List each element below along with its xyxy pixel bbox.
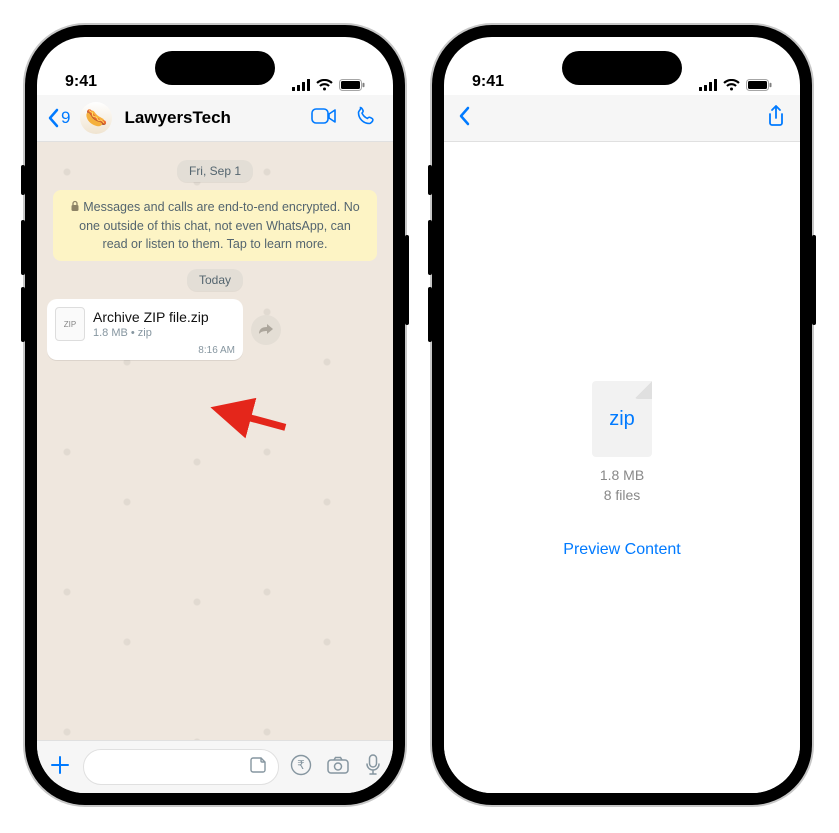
cellular-icon (292, 79, 310, 91)
forward-button[interactable] (251, 315, 281, 345)
wifi-icon (316, 79, 333, 91)
chat-body[interactable]: Fri, Sep 1 Messages and calls are end-to… (37, 142, 393, 746)
silence-switch (428, 165, 432, 195)
date-pill: Fri, Sep 1 (177, 160, 253, 182)
lock-icon (70, 199, 80, 217)
mic-button[interactable] (361, 753, 385, 782)
file-name: Archive ZIP file.zip (93, 309, 235, 325)
document-icon: zip (592, 381, 652, 457)
back-button[interactable]: 9 (47, 108, 70, 128)
power-button (405, 235, 409, 325)
sticker-icon (248, 755, 268, 775)
dynamic-island (562, 51, 682, 85)
file-size: 1.8 MB (600, 467, 644, 483)
unread-count: 9 (61, 108, 70, 128)
chat-input-bar: ₹ (37, 740, 393, 793)
volume-down-button (21, 287, 25, 342)
power-button (812, 235, 816, 325)
preview-body: zip 1.8 MB 8 files Preview Content (444, 142, 800, 793)
video-call-button[interactable] (305, 107, 343, 130)
chat-header: 9 🌭 LawyersTech (37, 95, 393, 142)
preview-content-button[interactable]: Preview Content (563, 541, 680, 559)
camera-icon (326, 755, 350, 775)
file-message-bubble[interactable]: ZIP Archive ZIP file.zip 1.8 MB • zip 8:… (47, 299, 243, 360)
payment-button[interactable]: ₹ (287, 754, 315, 781)
file-meta: 1.8 MB • zip (93, 327, 235, 339)
zip-label: zip (609, 408, 635, 431)
file-count: 8 files (604, 487, 641, 503)
camera-button[interactable] (323, 755, 353, 780)
zip-file-icon: ZIP (55, 307, 85, 341)
volume-up-button (21, 220, 25, 275)
chevron-left-icon (47, 108, 59, 128)
battery-icon (746, 79, 772, 91)
forward-icon (258, 323, 274, 337)
voice-call-button[interactable] (349, 105, 383, 132)
cellular-icon (699, 79, 717, 91)
preview-header (444, 95, 800, 142)
plus-icon (49, 754, 71, 776)
volume-up-button (428, 220, 432, 275)
date-pill-today: Today (187, 269, 243, 291)
share-icon (766, 104, 786, 128)
attach-button[interactable] (45, 752, 75, 783)
video-icon (311, 107, 337, 125)
encryption-notice[interactable]: Messages and calls are end-to-end encryp… (53, 190, 377, 261)
message-time: 8:16 AM (55, 345, 235, 356)
encryption-text: Messages and calls are end-to-end encryp… (79, 200, 360, 251)
sticker-button[interactable] (248, 755, 268, 780)
message-input[interactable] (83, 749, 279, 785)
svg-text:₹: ₹ (297, 758, 305, 772)
silence-switch (21, 165, 25, 195)
status-time: 9:41 (472, 73, 504, 91)
status-time: 9:41 (65, 73, 97, 91)
rupee-icon: ₹ (290, 754, 312, 776)
wifi-icon (723, 79, 740, 91)
phone-right: 9:41 zip 1.8 MB 8 f (432, 25, 812, 805)
mic-icon (364, 753, 382, 777)
volume-down-button (428, 287, 432, 342)
battery-icon (339, 79, 365, 91)
share-button[interactable] (766, 104, 786, 133)
chat-title[interactable]: LawyersTech (124, 108, 299, 128)
phone-icon (355, 105, 377, 127)
back-button[interactable] (458, 106, 470, 131)
chat-avatar[interactable]: 🌭 (80, 102, 112, 134)
dynamic-island (155, 51, 275, 85)
phone-left: 9:41 9 🌭 LawyersTech (25, 25, 405, 805)
chevron-left-icon (458, 106, 470, 126)
